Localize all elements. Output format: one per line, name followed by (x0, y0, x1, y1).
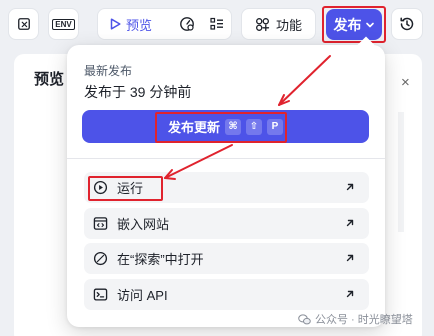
preview-button[interactable]: 预览 (98, 9, 164, 39)
preview-label: 预览 (125, 17, 152, 33)
preview-panel-title: 预览 (34, 71, 65, 88)
play-icon (110, 18, 121, 30)
watermark-text: 公众号 · 时光瞭望塔 (315, 314, 413, 326)
publish-annotation-box (322, 6, 386, 43)
history-icon (400, 17, 414, 31)
menu-item-embed-website[interactable]: 嵌入网站 (84, 208, 369, 239)
arrow-up-right-icon (344, 288, 356, 300)
terminal-icon (93, 287, 108, 302)
preview-debug-group: 预览 (97, 8, 232, 40)
exit-edit-button[interactable] (8, 8, 39, 40)
env-icon: ENV (52, 18, 75, 30)
checklist-button[interactable] (202, 9, 232, 39)
wechat-icon (298, 313, 311, 324)
menu-item-label: 嵌入网站 (117, 217, 170, 232)
dropdown-divider (67, 158, 385, 159)
run-annotation-box (88, 176, 163, 201)
gauge-icon (180, 17, 194, 31)
publish-dropdown: 最新发布 发布于 39 分钟前 发布更新 ⌘ ⇧ P 运行 嵌入网站 在“探索”… (67, 36, 385, 327)
watermark: 公众号 · 时光瞭望塔 (298, 311, 413, 327)
features-grid-icon (256, 17, 270, 31)
debug-button[interactable] (172, 9, 202, 39)
embed-window-icon (93, 216, 108, 231)
history-button[interactable] (391, 8, 423, 40)
latest-publish-label: 最新发布 (84, 64, 133, 78)
exit-icon (17, 18, 30, 30)
arrow-up-right-icon (344, 217, 356, 229)
arrow-up-right-icon (344, 181, 356, 193)
menu-item-label: 在“探索”中打开 (117, 252, 204, 267)
close-icon[interactable]: × (401, 74, 410, 91)
checklist-icon (210, 17, 223, 30)
env-button[interactable]: ENV (48, 8, 79, 40)
panel-scroll-strip (398, 112, 404, 232)
menu-item-label: 访问 API (117, 288, 168, 303)
compass-icon (93, 251, 108, 266)
menu-item-open-in-explore[interactable]: 在“探索”中打开 (84, 243, 369, 274)
menu-item-access-api[interactable]: 访问 API (84, 279, 369, 310)
features-label: 功能 (275, 17, 302, 33)
features-button[interactable]: 功能 (241, 8, 316, 40)
published-time-text: 发布于 39 分钟前 (84, 84, 192, 100)
publish-update-annotation-box (155, 112, 287, 143)
arrow-up-right-icon (344, 252, 356, 264)
